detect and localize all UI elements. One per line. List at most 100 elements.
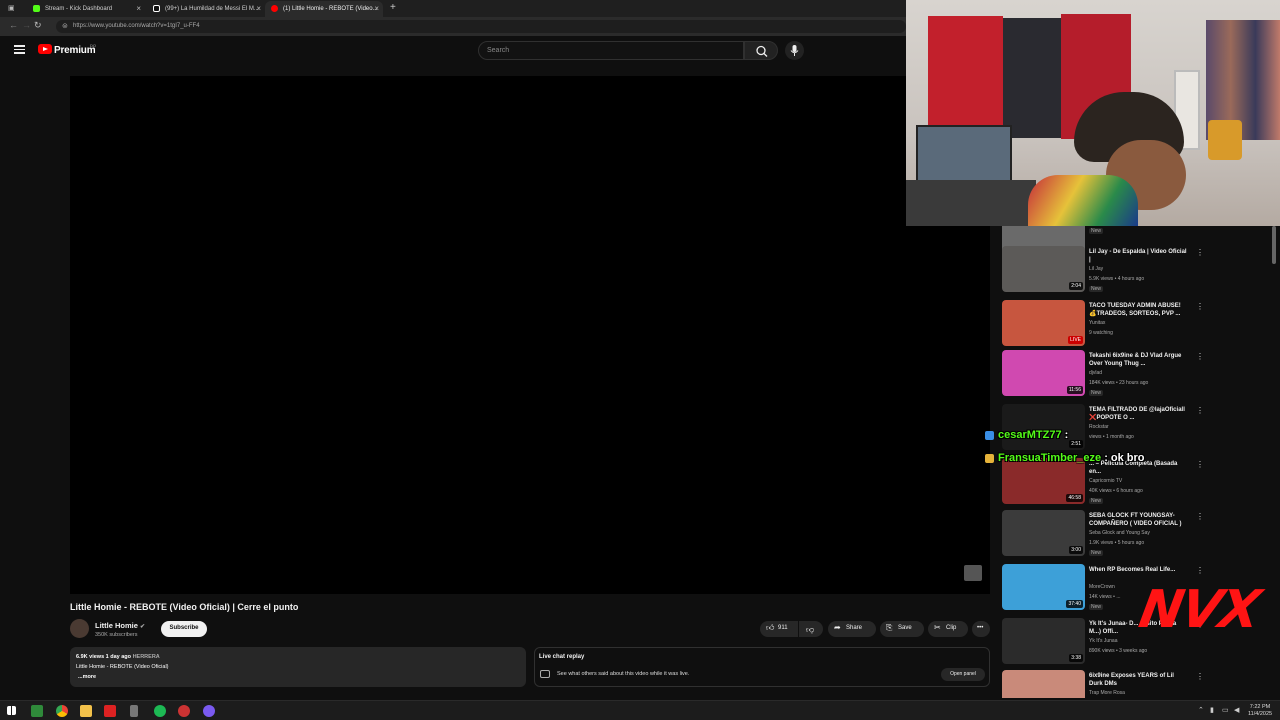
like-button[interactable]: 👍︎ 911 xyxy=(760,621,798,637)
more-actions-button[interactable]: ••• xyxy=(972,621,990,637)
more-options-icon[interactable]: ⋮ xyxy=(1196,512,1204,521)
recommendation-channel[interactable]: Yunitax xyxy=(1089,320,1105,326)
recommendation-item[interactable]: 3:00 SEBA GLOCK FT YOUNGSAY-COMPAÑERO ( V… xyxy=(1000,510,1270,562)
more-options-icon[interactable]: ⋮ xyxy=(1196,566,1204,575)
duration-badge: 46:58 xyxy=(1066,494,1083,502)
new-tab-icon[interactable]: + xyxy=(390,2,396,13)
close-tab-icon[interactable]: × xyxy=(136,4,141,13)
more-options-icon[interactable]: ⋮ xyxy=(1196,352,1204,361)
youtube-logo-icon[interactable] xyxy=(38,44,52,54)
video-thumbnail[interactable]: 46:58 xyxy=(1002,458,1085,504)
discord-icon[interactable] xyxy=(203,705,215,717)
more-options-icon[interactable]: ⋮ xyxy=(1196,302,1204,311)
close-tab-icon[interactable]: × xyxy=(374,4,379,13)
windows-start-icon[interactable] xyxy=(7,706,16,715)
recommendation-title[interactable]: TEMA FILTRADO DE @lajaOficiall ❌POPOTE O… xyxy=(1089,406,1189,422)
new-badge: New xyxy=(1089,498,1104,504)
video-thumbnail[interactable]: 3:00 xyxy=(1002,510,1085,556)
tray-expand-icon[interactable]: ⌃ xyxy=(1198,706,1204,714)
show-more-link[interactable]: ...more xyxy=(78,674,96,680)
more-options-icon[interactable]: ⋮ xyxy=(1196,460,1204,469)
video-thumbnail[interactable]: LIVE xyxy=(1002,300,1085,346)
recommendation-channel[interactable]: Lil Jay xyxy=(1089,266,1103,272)
recommendation-title[interactable]: Lil Jay - De Espalda | Video Oficial | xyxy=(1089,248,1189,264)
recommendation-title[interactable]: SEBA GLOCK FT YOUNGSAY-COMPAÑERO ( VIDEO… xyxy=(1089,512,1189,528)
tab-youtube[interactable]: (1) Little Homie - REBOTE (Video... × xyxy=(265,1,383,17)
share-label: Share xyxy=(846,625,863,631)
more-options-icon[interactable]: ⋮ xyxy=(1196,406,1204,415)
share-icon: ➦ xyxy=(834,623,841,632)
menu-icon[interactable] xyxy=(14,45,25,54)
obs-icon[interactable] xyxy=(178,705,190,717)
video-player[interactable] xyxy=(70,76,990,594)
pen-app-icon[interactable] xyxy=(130,705,138,717)
red-app-icon[interactable] xyxy=(104,705,116,717)
recommendation-channel[interactable]: Rockstar xyxy=(1089,424,1109,430)
search-input[interactable]: Search xyxy=(478,41,744,60)
site-info-icon[interactable]: ⊜ xyxy=(62,22,68,30)
search-button[interactable] xyxy=(744,41,778,60)
microphone-tray-icon[interactable]: ▮ xyxy=(1210,706,1214,714)
spotify-icon[interactable] xyxy=(154,705,166,717)
more-options-icon[interactable]: ⋮ xyxy=(1196,248,1204,257)
recommendation-title[interactable]: When RP Becomes Real Life... xyxy=(1089,566,1189,574)
subscribe-button[interactable]: Subscribe xyxy=(161,621,207,637)
recommendation-channel[interactable]: Trap More Rosa xyxy=(1089,690,1125,696)
channel-watermark-icon[interactable] xyxy=(964,565,982,581)
recommendation-channel[interactable]: Yk It's Junaa xyxy=(1089,638,1117,644)
terminal-icon[interactable] xyxy=(31,705,43,717)
verified-icon: ✔ xyxy=(140,624,146,630)
open-panel-button[interactable]: Open panel xyxy=(941,668,985,681)
recommendation-item[interactable]: 11:56 Tekashi 6ix9ine & DJ Vlad Argue Ove… xyxy=(1000,350,1270,402)
recommendation-title[interactable]: TACO TUESDAY ADMIN ABUSE! 💰TRADEOS, SORT… xyxy=(1089,302,1189,318)
recommendation-channel[interactable]: Capricornio TV xyxy=(1089,478,1122,484)
close-tab-icon[interactable]: × xyxy=(256,4,261,13)
forward-icon[interactable]: → xyxy=(22,20,31,30)
recommendation-channel[interactable]: MoreCrown xyxy=(1089,584,1115,590)
recommendation-meta: 9 watching xyxy=(1089,330,1113,336)
dislike-button[interactable]: 👎︎ xyxy=(799,621,823,637)
chat-badge-icon xyxy=(985,431,994,440)
more-options-icon[interactable]: ⋮ xyxy=(1196,672,1204,681)
video-thumbnail[interactable]: 2:51 xyxy=(1002,404,1085,450)
network-icon[interactable]: ▭ xyxy=(1222,706,1229,714)
tab-tiktok[interactable]: (99+) La Humildad de Messi El M... × xyxy=(147,1,265,17)
recommendation-item[interactable]: 2:04 Lil Jay - De Espalda | Video Oficial… xyxy=(1000,246,1270,298)
tab-actions-icon[interactable]: ▣ xyxy=(8,4,15,12)
back-icon[interactable]: ← xyxy=(9,20,18,30)
recommendation-channel[interactable]: Seba Glock and Young Say xyxy=(1089,530,1150,536)
tab-kick-dashboard[interactable]: Stream - Kick Dashboard × xyxy=(27,1,145,17)
recommendations-scrollbar[interactable] xyxy=(1272,226,1276,264)
volume-icon[interactable]: ◀ xyxy=(1234,706,1239,714)
system-clock[interactable]: 7:22 PM 11/4/2025 xyxy=(1248,704,1272,718)
recommendation-item[interactable]: LIVE TACO TUESDAY ADMIN ABUSE! 💰TRADEOS, … xyxy=(1000,300,1270,352)
youtube-favicon-icon xyxy=(271,5,278,12)
views-date: 6.9K views 1 day ago xyxy=(76,654,132,660)
clip-button[interactable]: ✂ Clip xyxy=(928,621,968,637)
clip-label: Clip xyxy=(946,625,957,631)
video-thumbnail[interactable]: 37:40 xyxy=(1002,564,1085,610)
chrome-icon[interactable] xyxy=(56,705,68,717)
video-thumbnail[interactable]: 11:56 xyxy=(1002,350,1085,396)
recommendation-channel[interactable]: djvlad xyxy=(1089,370,1102,376)
recommendation-item[interactable]: 46:58... – Película Completa (Basada en.… xyxy=(1000,458,1270,510)
hashtag[interactable]: HERRERA xyxy=(133,654,160,660)
recommendation-meta: 40K views • 6 hours ago xyxy=(1089,488,1143,494)
file-explorer-icon[interactable] xyxy=(80,705,92,717)
url-field[interactable]: ⊜ https://www.youtube.com/watch?v=1tgI7_… xyxy=(56,20,906,33)
description-box[interactable]: 6.9K views 1 day ago HERRERA Little Homi… xyxy=(70,647,526,687)
recommendation-meta: 184K views • 23 hours ago xyxy=(1089,380,1149,386)
video-thumbnail[interactable]: 3:38 xyxy=(1002,618,1085,664)
channel-avatar[interactable] xyxy=(70,619,89,638)
recommendation-title[interactable]: Tekashi 6ix9ine & DJ Vlad Argue Over You… xyxy=(1089,352,1189,368)
reload-icon[interactable]: ↻ xyxy=(34,20,42,31)
basket xyxy=(1208,120,1242,160)
share-button[interactable]: ➦ Share xyxy=(828,621,876,637)
channel-name[interactable]: Little Homie ✔ xyxy=(95,621,145,630)
recommendation-title[interactable]: 6ix9ine Exposes YEARS of Lil Durk DMs xyxy=(1089,672,1189,688)
video-thumbnail[interactable] xyxy=(1002,670,1085,698)
voice-search-button[interactable] xyxy=(785,41,804,60)
video-thumbnail[interactable]: 2:04 xyxy=(1002,246,1085,292)
recommendation-item[interactable]: 6ix9ine Exposes YEARS of Lil Durk DMs Tra… xyxy=(1000,670,1270,698)
save-button[interactable]: ⎘ Save xyxy=(880,621,924,637)
